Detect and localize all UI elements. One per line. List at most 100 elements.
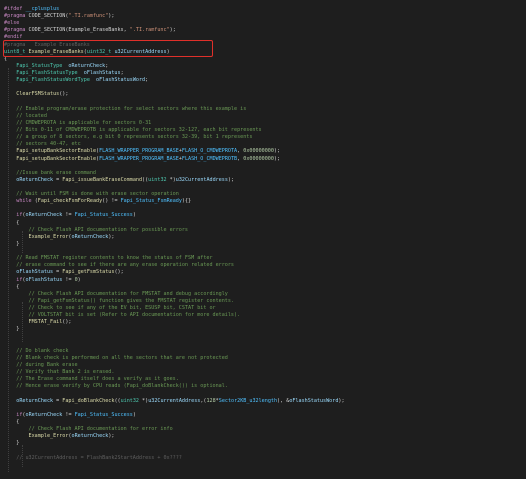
code-token: oReturnCheck (68, 62, 106, 69)
code-token: ); (108, 13, 115, 20)
code-token: != (62, 276, 75, 283)
code-token: 0x00000000 (243, 155, 274, 162)
code-line[interactable]: // u32CurrentAddress = FlashBank2StartAd… (4, 454, 524, 463)
code-token: //Issue bank erase command (4, 169, 97, 176)
code-token: // Blank check is performed on all the s… (4, 354, 228, 361)
code-token: *) (166, 176, 176, 183)
code-token: Fapi_StatusType (16, 62, 69, 69)
code-token: // sectors 40-47, etc (4, 141, 81, 148)
code-token: = (53, 269, 63, 276)
code-token: // Check Flash API documentation for err… (4, 426, 173, 433)
code-token: Fapi_setupBankSectorEnable (16, 155, 97, 162)
code-token: ; (105, 62, 109, 69)
code-token: // Do blank check (4, 347, 69, 354)
code-token: ); (108, 433, 115, 440)
code-token: #ifdef (4, 6, 26, 12)
code-token: // during Bank erase (4, 362, 78, 368)
code-token: Fapi_getFsmStatus (62, 269, 115, 276)
code-token: #pragma (4, 27, 29, 34)
code-token: ".TI.ramfunc" (129, 27, 170, 34)
code-token: oReturnCheck (71, 433, 109, 440)
code-token: uint32 (148, 176, 167, 183)
code-token: #else (4, 20, 20, 27)
code-token: } (4, 240, 20, 247)
code-token: } (4, 440, 20, 447)
code-token: ), & (277, 397, 290, 404)
code-token: ".TI.ramfunc" (68, 13, 109, 20)
code-token: FLASH_WRAPPER_PROGRAM_BASE (99, 148, 179, 155)
code-token: // Hence erase verify by CPU reads (Fapi… (4, 383, 228, 390)
code-token: // Bits 0-11 of CMDWEPROTB is applicable… (4, 127, 262, 134)
code-token: oFlashStatus (83, 70, 121, 77)
code-editor[interactable]: #ifdef __cplusplus #pragma CODE_SECTION("… (0, 0, 526, 479)
code-token: ) (132, 212, 136, 219)
code-token: () != (102, 198, 121, 205)
code-token: Fapi_checkFsmForReady (37, 198, 103, 205)
code-token: while (16, 198, 32, 205)
code-token: Example_Error (28, 433, 69, 440)
code-token: ) (77, 276, 81, 283)
code-token: 128 (206, 397, 216, 404)
code-token: ); (273, 155, 281, 162)
code-token: = (53, 176, 63, 183)
code-token: oReturnCheck (25, 411, 63, 418)
code-token: *) (138, 397, 149, 404)
code-token: FLASH_O_CMDWEPROTA (181, 148, 238, 155)
code-token: FMSTAT_Fail (28, 319, 63, 326)
code-token: { (4, 219, 20, 226)
code-token: ClearFSMStatus (16, 91, 60, 98)
code-token: CODE_SECTION( (28, 13, 69, 20)
code-token: ); (227, 176, 235, 183)
code-token: Fapi_doBlankCheck (62, 397, 115, 404)
code-token: CODE_SECTION(Example_EraseBanks, (28, 27, 130, 34)
code-token: // Check to see if any of the EV bit, ES… (4, 305, 216, 312)
code-token: (); (62, 319, 72, 326)
code-token: (); (59, 91, 69, 98)
code-token: oFlashStatus (25, 276, 63, 283)
code-token: oFlashStatus (16, 269, 54, 276)
code-token: Fapi_FlashStatusWordType (16, 77, 97, 84)
code-token: oFlashStatusWord (289, 397, 339, 404)
code-token: // The Erase command itself does a verif… (4, 376, 179, 383)
code-token: Fapi_Status_FsmReady (120, 198, 182, 205)
code-token: FLASH_O_CMDWEPROTB (181, 155, 238, 162)
code-token: ; (145, 77, 149, 84)
code-token: // Enable program/erase protection for s… (4, 105, 247, 112)
code-token: // Fapi_getFsmStatus() function gives th… (4, 297, 235, 304)
code-token: // Check Flash API documentation for pos… (4, 226, 189, 233)
code-token: Fapi_setupBankSectorEnable (16, 148, 97, 155)
code-token: // Wait until FSM is done with erase sec… (4, 191, 179, 198)
code-token: // located (4, 112, 47, 119)
code-token: __cplusplus (25, 6, 60, 12)
code-token: = (53, 397, 63, 404)
code-token: ); (169, 27, 176, 34)
code-token: // erase command to see if there are any… (4, 262, 235, 269)
code-token: // a group of 8 sectors, e.g bit 0 repre… (4, 134, 253, 141)
code-token: 0x00000000 (243, 148, 274, 155)
code-token: oReturnCheck (71, 233, 109, 240)
code-token: ; (120, 70, 124, 77)
code-token: oReturnCheck (25, 212, 63, 219)
code-token: != (62, 411, 75, 418)
code-token: Fapi_FlashStatusType (16, 70, 84, 77)
code-token: ); (338, 397, 345, 404)
code-token: ); (273, 148, 281, 155)
function-signature-highlight-box (3, 40, 213, 57)
code-token: (); (114, 269, 124, 276)
code-token: // u32CurrentAddress = FlashBank2StartAd… (4, 454, 182, 461)
code-token: Sector2KB_u32length (218, 397, 278, 404)
code-token: oReturnCheck (16, 176, 54, 183)
